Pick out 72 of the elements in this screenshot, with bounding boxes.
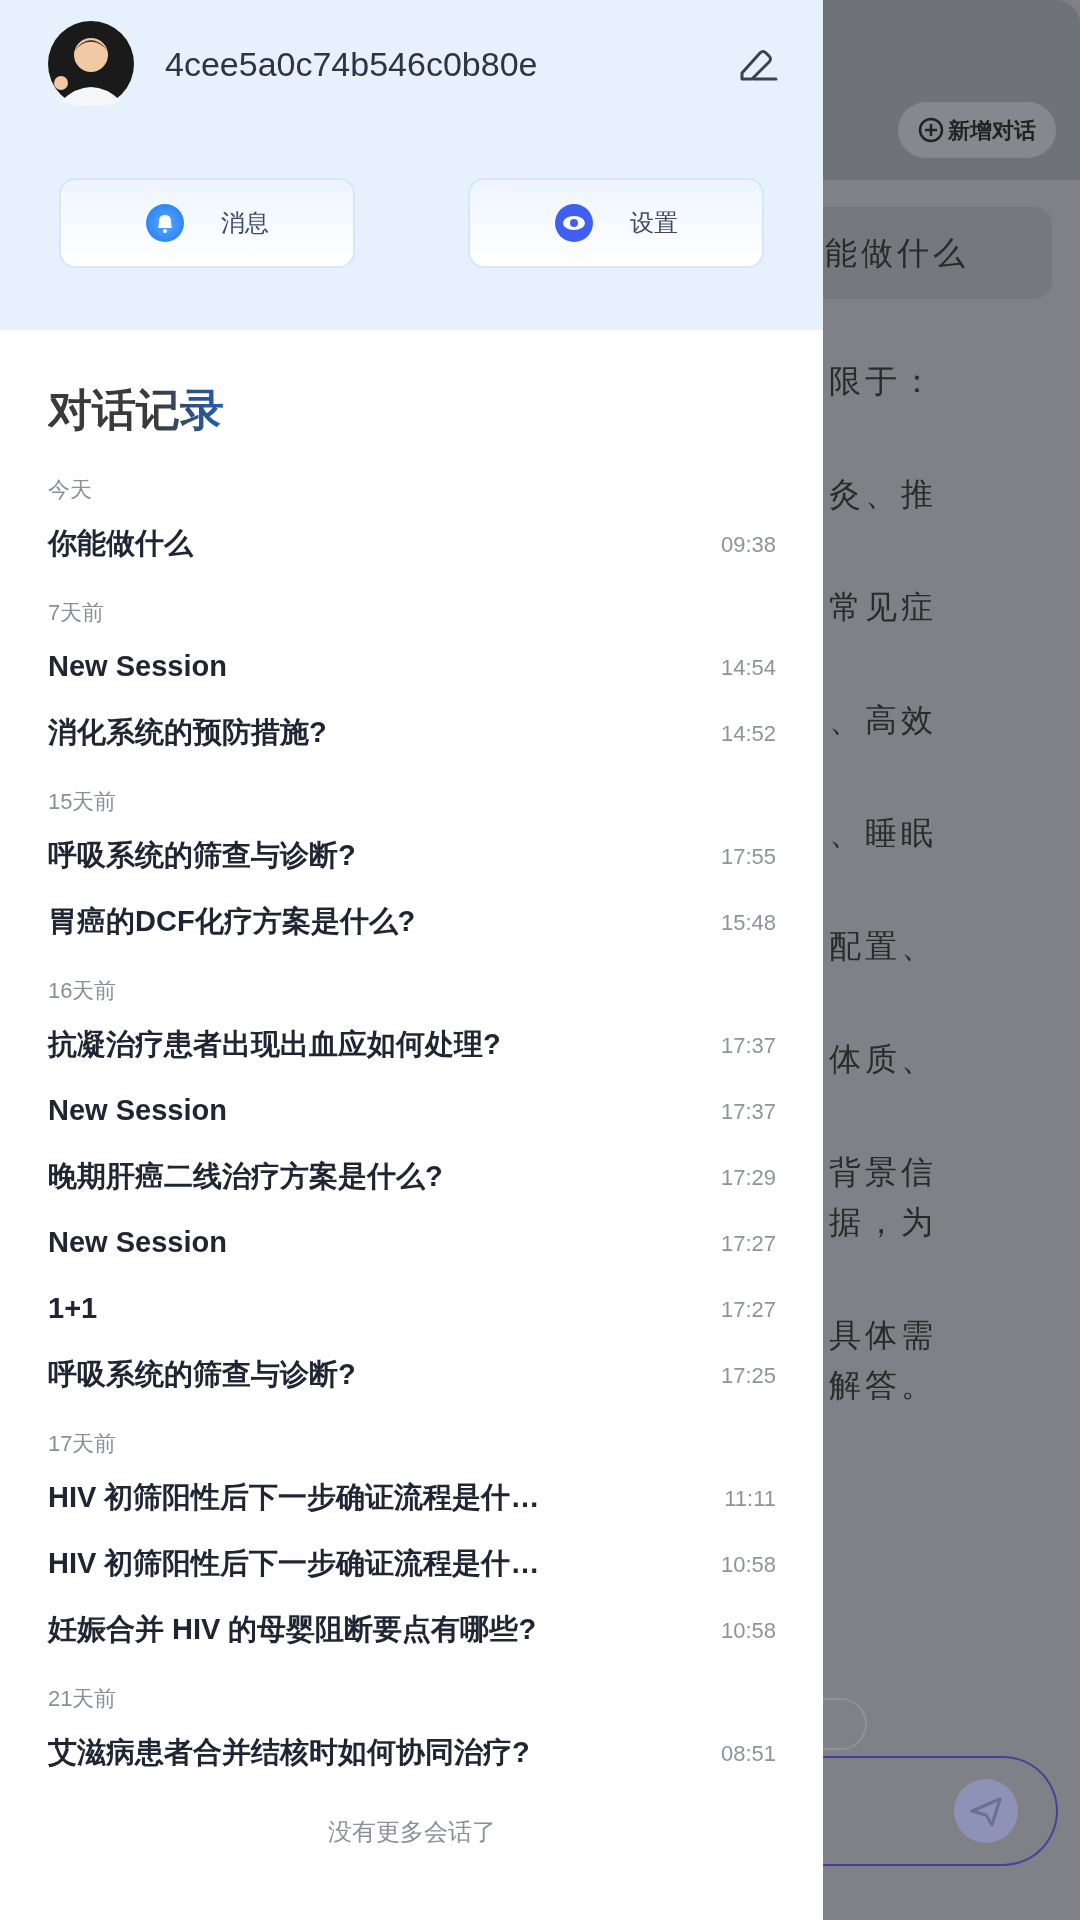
session-time: 14:52 [720, 719, 776, 748]
session-item[interactable]: 妊娠合并 HIV 的母婴阻断要点有哪些? 10:58 [48, 1597, 776, 1663]
session-item[interactable]: 1+1 17:27 [48, 1276, 776, 1342]
session-time: 11:11 [724, 1484, 776, 1513]
session-time: 09:38 [720, 530, 776, 559]
session-time: 14:54 [720, 653, 776, 682]
reply-text: 具体需 解答。 [829, 1315, 938, 1406]
action-button[interactable]: 设置 [468, 178, 764, 268]
session-title: HIV 初筛阳性后下一步确证流程是什… [48, 1546, 540, 1582]
session-title: 抗凝治疗患者出现出血应如何处理? [48, 1027, 501, 1063]
reply-text: 灸、推 [829, 474, 938, 515]
session-item[interactable]: 晚期肝癌二线治疗方案是什么? 17:29 [48, 1144, 776, 1210]
session-item[interactable]: 胃癌的DCF化疗方案是什么? 15:48 [48, 889, 776, 955]
message-input[interactable] [823, 1756, 1058, 1866]
date-group-label: 21天前 [48, 1685, 118, 1713]
user-message-bubble: 能做什么 [823, 207, 1052, 299]
session-title: 晚期肝癌二线治疗方案是什么? [48, 1159, 443, 1195]
session-time: 17:27 [720, 1295, 776, 1324]
reply-text: 、睡眠 [829, 813, 938, 854]
session-time: 10:58 [720, 1550, 776, 1579]
session-title: 呼吸系统的筛查与诊断? [48, 1357, 356, 1393]
session-title: 消化系统的预防措施? [48, 715, 327, 751]
session-item[interactable]: 呼吸系统的筛查与诊断? 17:25 [48, 1342, 776, 1408]
date-group-label: 今天 [48, 476, 93, 504]
session-item[interactable]: New Session 17:37 [48, 1078, 776, 1144]
session-time: 17:37 [720, 1097, 776, 1126]
bell-icon [145, 203, 185, 243]
session-time: 08:51 [720, 1739, 776, 1768]
session-time: 15:48 [720, 908, 776, 937]
session-item[interactable]: New Session 14:54 [48, 634, 776, 700]
date-group-label: 16天前 [48, 977, 118, 1005]
session-title: New Session [48, 1093, 227, 1129]
end-of-list-note: 没有更多会话了 [328, 1817, 496, 1847]
session-title: 1+1 [48, 1291, 98, 1327]
reply-text: 、高效 [829, 700, 938, 741]
history-title: 对话记录 [48, 386, 224, 434]
session-title: New Session [48, 1225, 227, 1261]
session-title: 艾滋病患者合并结核时如何协同治疗? [48, 1735, 530, 1771]
session-title: 呼吸系统的筛查与诊断? [48, 838, 356, 874]
send-icon[interactable] [954, 1779, 1018, 1843]
reply-text: 体质、 [829, 1039, 938, 1080]
reply-text: 配置、 [829, 926, 938, 967]
date-group-label: 7天前 [48, 599, 106, 627]
session-time: 17:27 [720, 1229, 776, 1258]
session-item[interactable]: 消化系统的预防措施? 14:52 [48, 700, 776, 766]
session-title: HIV 初筛阳性后下一步确证流程是什… [48, 1480, 540, 1516]
session-item[interactable]: New Session 17:27 [48, 1210, 776, 1276]
new-chat-button[interactable]: 新增对话 [898, 102, 1056, 158]
plus-circle-icon [918, 117, 944, 143]
session-time: 17:29 [720, 1163, 776, 1192]
session-item[interactable]: 艾滋病患者合并结核时如何协同治疗? 08:51 [48, 1720, 776, 1786]
session-item[interactable]: HIV 初筛阳性后下一步确证流程是什… 10:58 [48, 1531, 776, 1597]
session-item[interactable]: 抗凝治疗患者出现出血应如何处理? 17:37 [48, 1012, 776, 1078]
session-title: 妊娠合并 HIV 的母婴阻断要点有哪些? [48, 1612, 537, 1648]
reply-text: 限于： [829, 361, 938, 402]
eye-icon [554, 203, 594, 243]
username: 4cee5a0c74b546c0b80e [165, 43, 538, 85]
session-title: 胃癌的DCF化疗方案是什么? [48, 904, 416, 940]
session-time: 17:25 [720, 1361, 776, 1390]
action-button[interactable]: 消息 [59, 178, 355, 268]
session-item[interactable]: 你能做什么 09:38 [48, 511, 776, 577]
session-title: 你能做什么 [48, 526, 193, 562]
session-item[interactable]: 呼吸系统的筛查与诊断? 17:55 [48, 823, 776, 889]
reply-text: 常见症 [829, 587, 938, 628]
session-time: 17:37 [720, 1031, 776, 1060]
date-group-label: 15天前 [48, 788, 118, 816]
session-item[interactable]: HIV 初筛阳性后下一步确证流程是什… 11:11 [48, 1465, 776, 1531]
reply-text: 背景信 据，为 [829, 1152, 938, 1243]
session-title: New Session [48, 649, 227, 685]
session-time: 10:58 [720, 1616, 776, 1645]
date-group-label: 17天前 [48, 1430, 118, 1458]
session-time: 17:55 [720, 842, 776, 871]
